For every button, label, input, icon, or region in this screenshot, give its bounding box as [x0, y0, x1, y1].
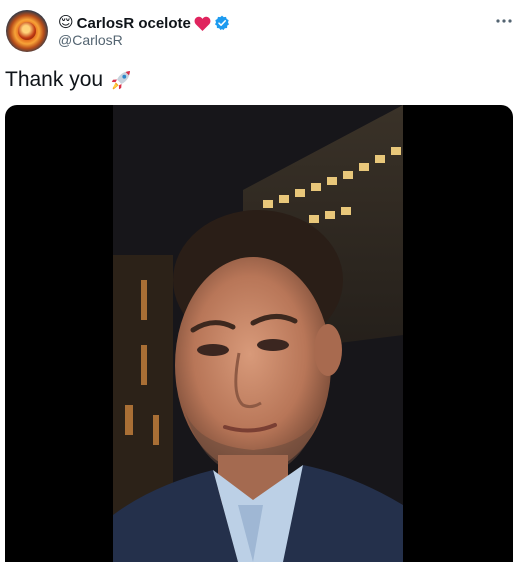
author-display-name[interactable]: CarlosR ocelote [77, 15, 191, 32]
relieved-face-icon: 😌 [58, 14, 74, 31]
tweet-header: 😌 CarlosR ocelote @CarlosR [0, 0, 519, 60]
tweet-video[interactable] [5, 105, 513, 562]
video-frame[interactable] [113, 105, 403, 562]
rocket-icon [109, 68, 133, 92]
video-still [113, 105, 403, 562]
author-handle[interactable]: @CarlosR [58, 32, 123, 48]
tweet-text-content: Thank you [5, 68, 104, 91]
author-name-row[interactable]: 😌 CarlosR ocelote [58, 13, 230, 33]
author-avatar[interactable] [6, 10, 48, 52]
more-options-button[interactable] [493, 10, 515, 32]
tweet-text: Thank you [5, 68, 133, 92]
avatar-art [18, 22, 36, 40]
more-horizontal-icon [496, 19, 512, 23]
heart-icon [194, 16, 211, 31]
verified-badge-icon [214, 15, 230, 31]
